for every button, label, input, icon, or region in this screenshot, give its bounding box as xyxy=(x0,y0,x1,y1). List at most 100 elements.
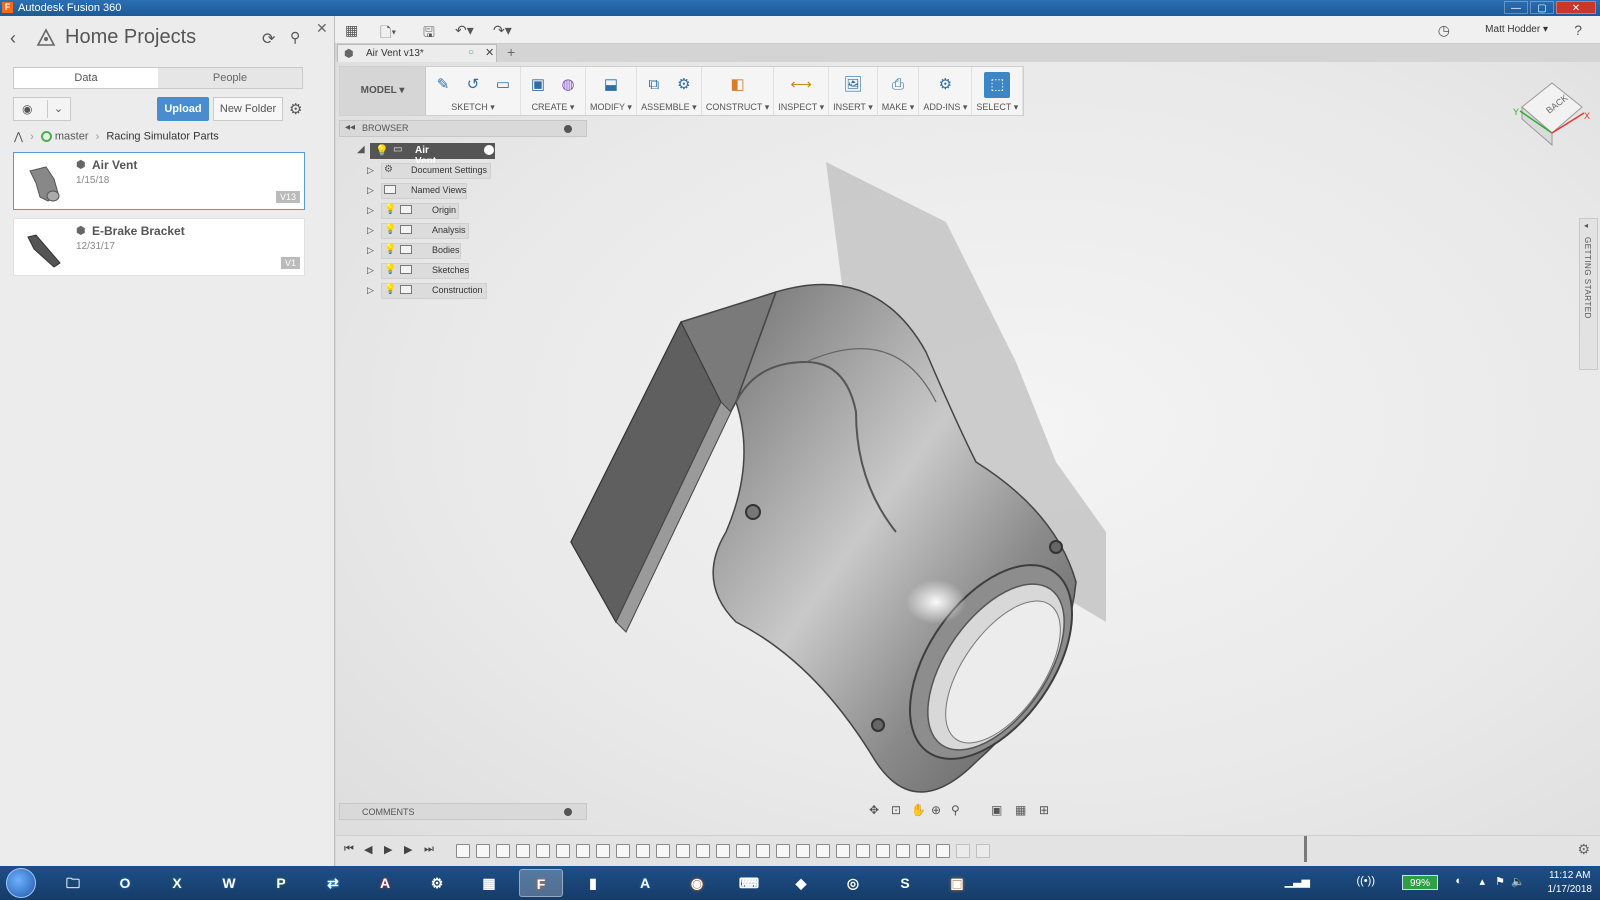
lightbulb-icon[interactable]: 💡 xyxy=(384,264,396,275)
file-menu-icon[interactable]: 🗋▾ xyxy=(380,22,396,46)
insert-group[interactable]: 🖼 INSERT ▾ xyxy=(829,67,878,115)
search-icon[interactable]: ⚲ xyxy=(290,29,300,46)
taskbar-project-icon[interactable]: P xyxy=(259,869,303,897)
refresh-icon[interactable]: ⟳ xyxy=(262,29,275,49)
select-menu[interactable]: SELECT ▾ xyxy=(976,102,1018,113)
viewcube[interactable]: BACK X Y xyxy=(1510,75,1590,150)
start-button[interactable] xyxy=(6,868,36,898)
timeline-feature[interactable] xyxy=(696,844,710,858)
form-icon[interactable]: ◍ xyxy=(555,72,581,98)
timeline-feature[interactable] xyxy=(596,844,610,858)
getting-started-panel[interactable]: ◂ GETTING STARTED xyxy=(1579,218,1598,370)
expand-triangle-icon[interactable]: ▷ xyxy=(367,205,374,216)
timeline-feature[interactable] xyxy=(516,844,530,858)
fit-icon[interactable]: ⚲ xyxy=(951,803,960,817)
job-status-icon[interactable]: ◷ xyxy=(1438,22,1450,39)
lightbulb-icon[interactable]: 💡 xyxy=(375,144,389,157)
create-menu[interactable]: CREATE ▾ xyxy=(532,102,575,113)
construct-group[interactable]: ◧ CONSTRUCT ▾ xyxy=(702,67,775,115)
taskbar-explorer-icon[interactable]: 🗀 xyxy=(51,869,95,897)
taskbar-excel-icon[interactable]: X xyxy=(155,869,199,897)
air-vent-model[interactable] xyxy=(336,62,1600,866)
tab-data[interactable]: Data xyxy=(14,68,158,88)
help-icon[interactable]: ? xyxy=(1574,22,1582,38)
lightbulb-icon[interactable]: 💡 xyxy=(384,204,396,215)
timeline-feature[interactable] xyxy=(916,844,930,858)
collapse-arrows-icon[interactable]: ◂◂ xyxy=(345,122,355,133)
upload-button[interactable]: Upload xyxy=(157,97,209,121)
timeline-feature[interactable] xyxy=(896,844,910,858)
network-graph-icon[interactable]: ▁▃▅ xyxy=(1285,875,1310,888)
arc-icon[interactable]: ↺ xyxy=(460,72,486,98)
version-badge[interactable]: V1 xyxy=(280,257,300,269)
file-card-air-vent[interactable]: ⬢ Air Vent 1/15/18 V13 xyxy=(13,152,305,210)
show-hidden-icons[interactable]: ▴ xyxy=(1479,875,1485,888)
timeline-feature[interactable] xyxy=(776,844,790,858)
scripts-icon[interactable]: ⚙ xyxy=(932,72,958,98)
taskbar-settings-icon[interactable]: ⚙ xyxy=(415,869,459,897)
chevron-down-icon[interactable]: ⌄ xyxy=(47,100,69,118)
modify-menu[interactable]: MODIFY ▾ xyxy=(590,102,632,113)
close-panel-icon[interactable]: ✕ xyxy=(316,20,328,37)
inspect-menu[interactable]: INSPECT ▾ xyxy=(778,102,824,113)
timeline-feature[interactable] xyxy=(756,844,770,858)
timeline-settings-icon[interactable]: ⚙ xyxy=(1577,841,1590,858)
timeline-feature[interactable] xyxy=(836,844,850,858)
wireless-icon[interactable]: ((•)) xyxy=(1356,875,1375,887)
timeline-feature[interactable] xyxy=(856,844,870,858)
taskbar-app-dark-icon[interactable]: ◆ xyxy=(779,869,823,897)
expand-triangle-icon[interactable]: ▷ xyxy=(367,165,374,176)
display-settings-icon[interactable]: ▣ xyxy=(991,803,1002,817)
timeline-feature[interactable] xyxy=(956,844,970,858)
look-at-icon[interactable]: ⊡ xyxy=(891,803,901,817)
timeline-feature[interactable] xyxy=(676,844,690,858)
select-group[interactable]: ⬚ SELECT ▾ xyxy=(972,67,1024,115)
timeline-feature[interactable] xyxy=(496,844,510,858)
file-card-e-brake-bracket[interactable]: ⬢ E-Brake Bracket 12/31/17 V1 xyxy=(13,218,305,276)
taskbar-app-orange-icon[interactable]: ▣ xyxy=(935,869,979,897)
minimize-button[interactable]: — xyxy=(1504,1,1528,14)
timeline-feature[interactable] xyxy=(456,844,470,858)
redo-icon[interactable]: ↷▾ xyxy=(493,22,512,39)
hub-breadcrumb-icon[interactable]: ⋀ xyxy=(14,131,23,143)
volume-icon[interactable]: 🔈 xyxy=(1511,875,1525,888)
inspect-group[interactable]: ⟷ INSPECT ▾ xyxy=(774,67,830,115)
maximize-button[interactable]: ▢ xyxy=(1530,1,1554,14)
timeline-feature[interactable] xyxy=(976,844,990,858)
grid-menu-icon[interactable]: ▦ xyxy=(345,22,358,39)
expand-triangle-icon[interactable]: ▷ xyxy=(367,285,374,296)
insert-image-icon[interactable]: 🖼 xyxy=(840,72,866,98)
joint-icon[interactable]: ⚙ xyxy=(671,72,697,98)
expand-triangle-icon[interactable]: ▷ xyxy=(367,265,374,276)
sync-icon[interactable]: ◐ xyxy=(1455,875,1462,887)
close-tab-icon[interactable]: ✕ xyxy=(485,46,494,59)
timeline-feature[interactable] xyxy=(876,844,890,858)
workspace-switcher[interactable]: MODEL ▾ xyxy=(340,67,426,115)
breadcrumb-branch[interactable]: master xyxy=(55,131,89,143)
timeline-feature[interactable] xyxy=(576,844,590,858)
zoom-icon[interactable]: ⊕ xyxy=(931,803,941,817)
timeline-feature[interactable] xyxy=(796,844,810,858)
flag-icon[interactable]: ⚑ xyxy=(1495,875,1505,888)
lightbulb-icon[interactable]: 💡 xyxy=(384,224,396,235)
rectangle-icon[interactable]: ▭ xyxy=(490,72,516,98)
view-mode-button[interactable]: ◉ ⌄ xyxy=(13,97,71,121)
save-icon[interactable]: 🖫 xyxy=(423,22,435,46)
taskbar-app-bars-icon[interactable]: ▮ xyxy=(571,869,615,897)
go-to-start-icon[interactable]: ⏮ xyxy=(344,843,354,856)
taskbar-fusion-icon[interactable]: F xyxy=(519,869,563,897)
modify-group[interactable]: ⬓ MODIFY ▾ xyxy=(586,67,637,115)
taskbar-word-icon[interactable]: W xyxy=(207,869,251,897)
taskbar-keyboard-icon[interactable]: ⌨ xyxy=(727,869,771,897)
taskbar-app-swirl-icon[interactable]: S xyxy=(883,869,927,897)
construct-menu[interactable]: CONSTRUCT ▾ xyxy=(706,102,769,113)
browser-header[interactable]: ◂◂ BROWSER xyxy=(339,120,587,137)
timeline-feature[interactable] xyxy=(616,844,630,858)
step-forward-icon[interactable]: ▶ xyxy=(404,843,412,856)
grid-settings-icon[interactable]: ▦ xyxy=(1015,803,1026,817)
play-icon[interactable]: ▶ xyxy=(384,843,392,856)
clock[interactable]: 11:12 AM 1/17/2018 xyxy=(1548,869,1593,897)
make-group[interactable]: ⎙ MAKE ▾ xyxy=(878,67,920,115)
create-sketch-icon[interactable]: ✎ xyxy=(430,72,456,98)
taskbar-firefox-icon[interactable]: ◉ xyxy=(675,869,719,897)
